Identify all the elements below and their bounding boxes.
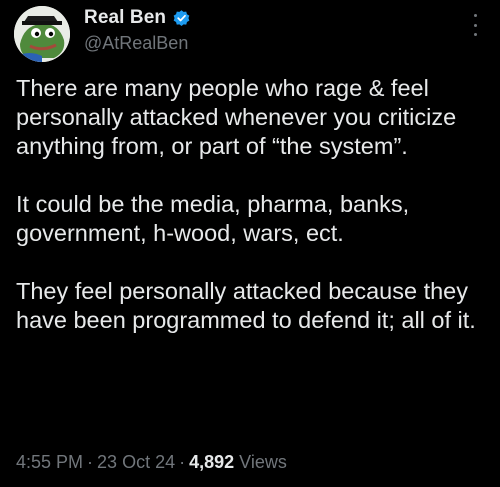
tweet-paragraph: It could be the media, pharma, banks, go… (16, 191, 410, 246)
views-label: Views (239, 452, 287, 472)
author-handle[interactable]: @AtRealBen (84, 33, 188, 54)
tweet-time[interactable]: 4:55 PM (16, 452, 83, 472)
separator: · (179, 452, 186, 472)
more-dot (473, 33, 477, 36)
tweet-paragraph: They feel personally attacked because th… (16, 278, 476, 333)
author-display-name[interactable]: Real Ben (84, 7, 166, 29)
more-options-icon[interactable] (472, 14, 478, 36)
verified-badge-icon (172, 9, 191, 28)
tweet-date[interactable]: 23 Oct 24 (97, 452, 175, 472)
more-dot (473, 23, 477, 27)
tweet-metadata: 4:55 PM · 23 Oct 24 · 4,892 Views (16, 452, 287, 473)
avatar[interactable] (14, 6, 70, 62)
tweet-text: There are many people who rage & feel pe… (16, 74, 488, 335)
views-count[interactable]: 4,892 (189, 452, 234, 472)
author-name-row: Real Ben (84, 6, 191, 30)
separator: · (87, 452, 94, 472)
tweet-card: Real Ben @AtRealBen There are many peopl… (0, 0, 500, 487)
more-dot (473, 14, 477, 17)
tweet-paragraph: There are many people who rage & feel pe… (16, 75, 457, 159)
frog-avatar-image (14, 6, 70, 62)
